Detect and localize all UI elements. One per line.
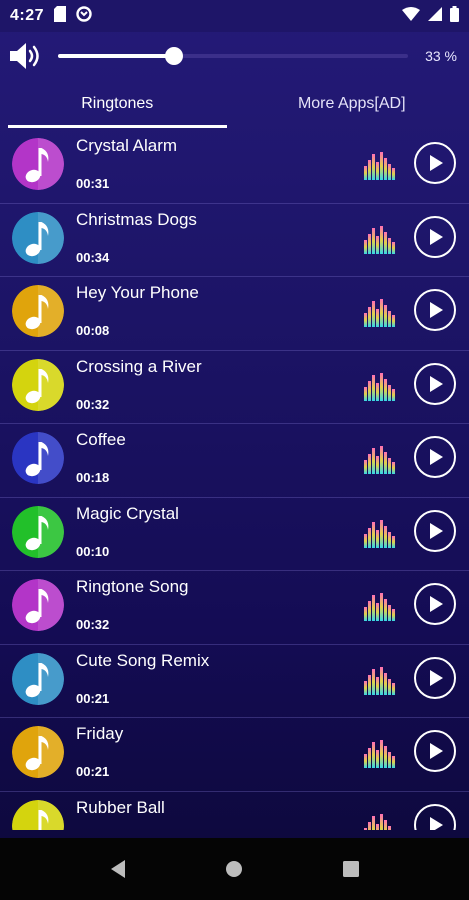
- home-button[interactable]: [214, 849, 254, 889]
- speaker-icon[interactable]: [8, 41, 44, 71]
- ringtone-row[interactable]: Friday 00:21: [0, 718, 469, 792]
- equalizer-icon: [364, 444, 396, 474]
- status-icons: [402, 5, 459, 27]
- music-note-icon: [12, 505, 64, 558]
- music-note-icon: [12, 211, 64, 264]
- back-button[interactable]: [98, 849, 138, 889]
- play-icon: [430, 375, 443, 392]
- music-note-icon: [12, 138, 64, 190]
- equalizer-icon: [364, 371, 396, 401]
- play-button[interactable]: [414, 362, 456, 405]
- volume-slider[interactable]: [58, 44, 408, 68]
- ringtone-row[interactable]: Christmas Dogs 00:34: [0, 204, 469, 277]
- sd-card-icon: [54, 5, 67, 27]
- ringtone-title: Christmas Dogs: [76, 209, 197, 229]
- ringtone-row[interactable]: Ringtone Song 00:32: [0, 571, 469, 645]
- volume-percent: 33 %: [425, 48, 457, 64]
- play-button[interactable]: [414, 803, 456, 830]
- signal-icon: [428, 6, 442, 26]
- play-icon: [430, 155, 443, 171]
- back-icon: [111, 860, 126, 878]
- ringtone-title: Coffee: [76, 430, 126, 449]
- ringtone-duration: 00:32: [76, 617, 110, 632]
- status-time: 4:27: [10, 7, 45, 24]
- equalizer-icon: [364, 224, 396, 254]
- ringtone-row[interactable]: Crystal Alarm 00:31: [0, 130, 469, 204]
- play-icon: [430, 816, 443, 830]
- ringtone-title: Ringtone Song: [76, 577, 189, 596]
- tab-more-apps[interactable]: More Apps[AD]: [235, 80, 469, 128]
- music-note-icon: [12, 432, 64, 484]
- music-note-icon: [12, 285, 64, 337]
- music-note-icon: [12, 799, 64, 830]
- recents-icon: [342, 861, 359, 877]
- equalizer-icon: [364, 518, 396, 548]
- equalizer-icon: [364, 150, 396, 180]
- ringtone-duration: 00:32: [76, 396, 110, 412]
- ringtone-title: Crossing a River: [76, 356, 202, 376]
- play-button[interactable]: [414, 142, 456, 184]
- play-icon: [430, 669, 443, 686]
- music-note-icon: [12, 652, 64, 705]
- ringtone-title: Crystal Alarm: [76, 136, 178, 155]
- ringtone-title: Rubber Ball: [76, 797, 165, 817]
- tab-bar: Ringtones More Apps[AD]: [0, 80, 469, 128]
- play-button[interactable]: [414, 656, 456, 699]
- music-note-icon: [12, 358, 64, 411]
- ringtone-duration: 00:21: [76, 690, 110, 706]
- ringtone-row[interactable]: Crossing a River 00:32: [0, 351, 469, 424]
- ringtone-duration: 00:21: [76, 764, 110, 779]
- play-icon: [430, 743, 443, 759]
- play-button[interactable]: [414, 215, 456, 258]
- play-button[interactable]: [414, 509, 456, 552]
- play-button[interactable]: [414, 730, 456, 772]
- volume-slider-fill: [58, 54, 174, 58]
- ringtone-title: Hey Your Phone: [76, 283, 199, 302]
- play-button[interactable]: [414, 583, 456, 625]
- volume-slider-thumb[interactable]: [164, 47, 183, 65]
- play-button[interactable]: [414, 436, 456, 478]
- ringtone-row[interactable]: Magic Crystal 00:10: [0, 498, 469, 571]
- ringtone-row[interactable]: Coffee 00:18: [0, 424, 469, 498]
- ringtone-title: Magic Crystal: [76, 503, 179, 523]
- ringtone-list[interactable]: Crystal Alarm 00:31 Christmas Dogs 00:34 Hey…: [0, 130, 469, 830]
- ringtone-duration: 00:10: [76, 543, 110, 559]
- play-icon: [430, 449, 443, 465]
- music-note-icon: [12, 579, 64, 631]
- ringtone-duration: 00:18: [76, 470, 110, 485]
- ringtone-duration: 00:31: [76, 176, 110, 191]
- navigation-bar: [0, 838, 469, 900]
- ringtone-row[interactable]: Rubber Ball: [0, 792, 469, 830]
- status-bar: 4:27: [0, 0, 469, 32]
- ringtone-duration: 00:34: [76, 249, 110, 265]
- play-icon: [430, 596, 443, 612]
- ringtone-title: Friday: [76, 724, 124, 743]
- equalizer-icon: [364, 591, 396, 621]
- equalizer-icon: [364, 812, 396, 830]
- music-note-icon: [12, 726, 64, 778]
- ringtone-row[interactable]: Cute Song Remix 00:21: [0, 645, 469, 718]
- recents-button[interactable]: [331, 849, 371, 889]
- play-icon: [430, 228, 443, 245]
- equalizer-icon: [364, 665, 396, 695]
- sync-icon: [76, 5, 92, 27]
- play-button[interactable]: [414, 289, 456, 331]
- equalizer-icon: [364, 738, 396, 768]
- ringtone-title: Cute Song Remix: [76, 650, 210, 670]
- wifi-icon: [402, 6, 420, 26]
- app-root: 4:27 33 % Ringtones More Apps[AD] Crysta…: [0, 0, 469, 900]
- play-icon: [430, 302, 443, 318]
- volume-row: 33 %: [0, 32, 469, 80]
- equalizer-icon: [364, 297, 396, 327]
- play-icon: [430, 522, 443, 539]
- battery-icon: [450, 5, 459, 27]
- ringtone-row[interactable]: Hey Your Phone 00:08: [0, 277, 469, 351]
- home-icon: [226, 861, 243, 877]
- tab-ringtones[interactable]: Ringtones: [0, 80, 235, 128]
- ringtone-duration: 00:08: [76, 323, 110, 338]
